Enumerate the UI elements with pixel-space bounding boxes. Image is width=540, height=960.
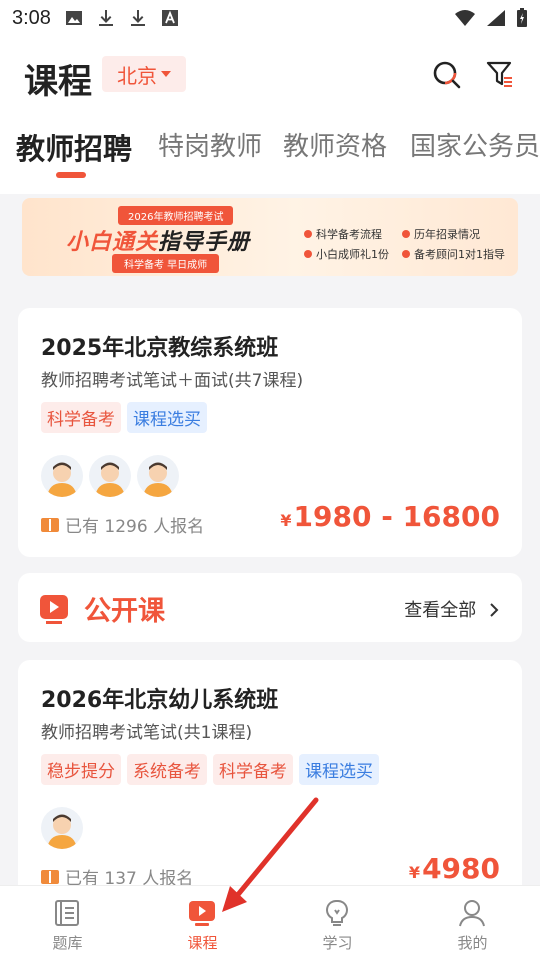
download-icon — [98, 10, 113, 26]
teacher-avatar — [41, 807, 83, 849]
signal-icon — [487, 10, 505, 26]
course-price: ¥1980 - 16800 — [280, 500, 500, 533]
course-tag: 系统备考 — [127, 754, 207, 785]
wifi-icon — [455, 10, 475, 26]
nav-label: 学习 — [322, 934, 353, 952]
banner-feature: 备考顾问1对1指导 — [402, 246, 505, 262]
nav-label: 题库 — [52, 934, 83, 952]
course-card[interactable]: 2025年北京教综系统班 教师招聘考试笔试＋面试(共7课程) 科学备考 课程选买… — [18, 308, 522, 557]
banner-slogan: 科学备考 早日成师 — [112, 254, 220, 273]
status-bar: 3:08 — [0, 0, 540, 36]
nav-item-courses[interactable]: 课程 — [135, 886, 270, 960]
user-icon — [459, 900, 485, 927]
status-time: 3:08 — [12, 6, 51, 29]
teacher-avatar — [89, 455, 131, 497]
banner-feature: 历年招录情况 — [402, 226, 480, 242]
course-title: 2026年北京幼儿系统班 — [41, 688, 279, 713]
tab-civil-servant[interactable]: 国家公务员 — [410, 126, 540, 163]
caret-down-icon — [161, 71, 171, 77]
open-course-section[interactable]: 公开课 查看全部 — [18, 573, 522, 642]
teacher-avatars — [41, 807, 83, 849]
banner-subtitle: 2026年教师招聘考试 — [118, 206, 234, 225]
teacher-avatars — [41, 455, 179, 497]
search-icon[interactable] — [432, 60, 462, 90]
book-icon — [41, 517, 59, 532]
nav-item-profile[interactable]: 我的 — [405, 886, 540, 960]
category-tabs: 教师招聘 特岗教师 教师资格 国家公务员 — [0, 126, 540, 176]
city-label: 北京 — [117, 63, 157, 88]
page-title: 课程 — [24, 62, 92, 102]
banner-headline-dark: 指导手册 — [158, 230, 251, 255]
course-tag: 课程选买 — [127, 402, 207, 433]
course-desc: 教师招聘考试笔试＋面试(共7课程) — [41, 371, 304, 391]
teacher-avatar — [41, 455, 83, 497]
lightbulb-icon — [326, 899, 348, 926]
course-price: ¥4980 — [408, 852, 500, 885]
download-icon — [130, 10, 145, 26]
banner-feature: 小白成师礼1份 — [304, 246, 389, 262]
tab-teacher-recruitment[interactable]: 教师招聘 — [16, 126, 132, 168]
bottom-nav: 题库 课程 学习 我的 — [0, 885, 540, 960]
nav-item-question-bank[interactable]: 题库 — [0, 886, 135, 960]
course-tags: 稳步提分 系统备考 科学备考 课程选买 — [41, 754, 379, 785]
teacher-avatar — [137, 455, 179, 497]
course-tag: 科学备考 — [41, 402, 121, 433]
nav-label: 课程 — [187, 934, 218, 952]
image-icon — [65, 11, 82, 25]
text-icon — [161, 10, 178, 26]
tab-indicator — [56, 172, 86, 178]
open-course-title: 公开课 — [84, 596, 165, 627]
battery-charging-icon — [517, 8, 527, 27]
header: 课程 北京 教师招聘 特岗教师 教师资格 国家公务员 — [0, 36, 540, 194]
course-title: 2025年北京教综系统班 — [41, 336, 279, 361]
course-card[interactable]: 2026年北京幼儿系统班 教师招聘考试笔试(共1课程) 稳步提分 系统备考 科学… — [18, 660, 522, 900]
question-bank-icon — [55, 900, 79, 926]
play-video-icon — [40, 595, 68, 624]
chevron-right-icon — [490, 603, 499, 617]
banner-headline: 小白通关指导手册 — [66, 224, 250, 256]
course-tags: 科学备考 课程选买 — [41, 402, 207, 433]
city-selector[interactable]: 北京 — [102, 56, 186, 92]
course-desc: 教师招聘考试笔试(共1课程) — [41, 723, 253, 743]
enroll-text: 已有 1296 人报名 — [65, 517, 205, 537]
view-all-link[interactable]: 查看全部 — [404, 596, 500, 622]
tab-special-post-teacher[interactable]: 特岗教师 — [158, 126, 262, 163]
nav-label: 我的 — [457, 934, 488, 952]
filter-icon[interactable] — [486, 60, 514, 88]
book-icon — [41, 869, 59, 884]
course-tag: 稳步提分 — [41, 754, 121, 785]
tab-teacher-qualification[interactable]: 教师资格 — [283, 126, 387, 163]
course-tag: 科学备考 — [213, 754, 293, 785]
promo-banner[interactable]: 2026年教师招聘考试 小白通关指导手册 科学备考 早日成师 科学备考流程 历年… — [22, 198, 518, 276]
banner-feature: 科学备考流程 — [304, 226, 382, 242]
course-play-icon — [189, 901, 215, 926]
enroll-count: 已有 1296 人报名 — [41, 512, 204, 537]
course-tag: 课程选买 — [299, 754, 379, 785]
banner-headline-orange: 小白通关 — [66, 230, 159, 255]
nav-item-study[interactable]: 学习 — [270, 886, 405, 960]
